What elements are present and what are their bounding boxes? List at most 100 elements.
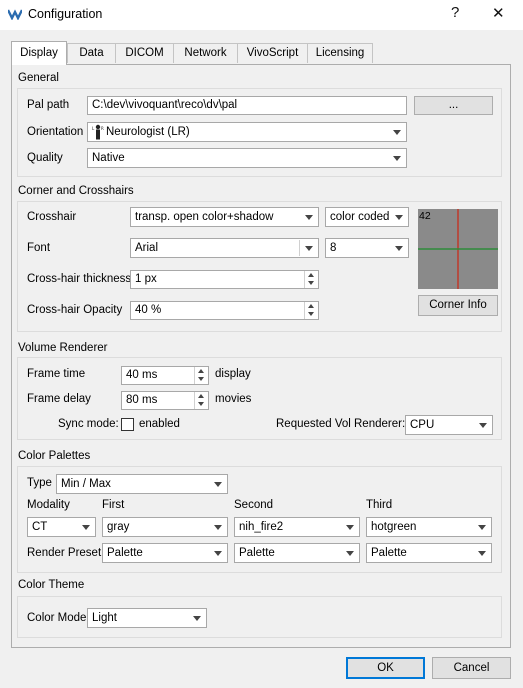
preview-number: 42	[419, 210, 431, 222]
spin-down-icon	[308, 312, 314, 316]
window-title: Configuration	[28, 7, 103, 21]
orientation-value: Neurologist (LR)	[106, 126, 190, 138]
modality-value: CT	[32, 521, 48, 533]
second-palette-select[interactable]: nih_fire2	[234, 517, 360, 537]
thickness-value: 1 px	[135, 273, 157, 285]
chevron-down-icon	[214, 551, 222, 556]
orientation-label: Orientation	[27, 126, 84, 138]
svg-text:R: R	[101, 126, 104, 131]
render-preset-first-select[interactable]: Palette	[102, 543, 228, 563]
font-size-select[interactable]: 8	[325, 238, 409, 258]
close-icon[interactable]: ✕	[492, 4, 505, 22]
frame-time-value: 40 ms	[126, 369, 158, 381]
corner-info-button[interactable]: Corner Info	[418, 295, 498, 316]
tab-display[interactable]: Display	[11, 41, 67, 65]
frame-delay-suffix: movies	[215, 393, 252, 405]
modality-select[interactable]: CT	[27, 517, 96, 537]
frame-delay-spinbox[interactable]: 80 ms	[121, 391, 209, 410]
app-logo-icon	[8, 9, 22, 20]
tab-vivoscript[interactable]: VivoScript	[237, 43, 308, 63]
frame-time-spinbox[interactable]: 40 ms	[121, 366, 209, 385]
spin-up-icon	[198, 394, 204, 398]
render-preset-first-value: Palette	[107, 547, 143, 559]
quality-select[interactable]: Native	[87, 148, 407, 168]
render-preset-third-select[interactable]: Palette	[366, 543, 492, 563]
help-button[interactable]: ?	[451, 4, 459, 21]
pal-path-label: Pal path	[27, 99, 70, 111]
combo-separator	[299, 240, 300, 256]
tab-licensing[interactable]: Licensing	[307, 43, 373, 63]
spin-arrows[interactable]	[194, 367, 208, 384]
render-preset-third-value: Palette	[371, 547, 407, 559]
tab-network[interactable]: Network	[173, 43, 238, 63]
volume-section-title: Volume Renderer	[18, 342, 108, 354]
spin-down-icon	[308, 281, 314, 285]
browse-button[interactable]: ...	[414, 96, 493, 115]
render-preset-second-select[interactable]: Palette	[234, 543, 360, 563]
chevron-down-icon	[478, 551, 486, 556]
tab-data[interactable]: Data	[67, 43, 116, 63]
chevron-down-icon	[305, 215, 313, 220]
third-palette-select[interactable]: hotgreen	[366, 517, 492, 537]
chevron-down-icon	[82, 525, 90, 530]
second-palette-value: nih_fire2	[239, 521, 284, 533]
crosshair-label: Crosshair	[27, 211, 77, 223]
spin-down-icon	[198, 402, 204, 406]
second-column-header: Second	[234, 499, 274, 511]
sync-mode-label: Sync mode:	[58, 418, 119, 430]
thickness-label: Cross-hair thickness	[27, 273, 132, 285]
first-column-header: First	[102, 499, 125, 511]
spin-arrows[interactable]	[304, 271, 318, 288]
palette-type-select[interactable]: Min / Max	[56, 474, 228, 494]
tab-dicom[interactable]: DICOM	[115, 43, 174, 63]
frame-delay-label: Frame delay	[27, 393, 91, 405]
font-label: Font	[27, 242, 51, 254]
chevron-down-icon	[214, 482, 222, 487]
chevron-down-icon	[346, 525, 354, 530]
color-mode-label: Color Mode	[27, 612, 87, 624]
chevron-down-icon	[305, 246, 313, 251]
modality-column-header: Modality	[27, 499, 70, 511]
title-bar: Configuration ? ✕	[0, 0, 523, 30]
render-preset-label: Render Preset	[27, 547, 102, 559]
chevron-down-icon	[393, 156, 401, 161]
third-palette-value: hotgreen	[371, 521, 417, 533]
palette-type-value: Min / Max	[61, 478, 111, 490]
spin-down-icon	[198, 377, 204, 381]
spin-arrows[interactable]	[304, 302, 318, 319]
spin-up-icon	[308, 304, 314, 308]
crosshair-color-select[interactable]: color coded	[325, 207, 409, 227]
opacity-label: Cross-hair Opacity	[27, 304, 123, 316]
sync-enabled-checkbox[interactable]	[121, 418, 134, 431]
corner-section-title: Corner and Crosshairs	[18, 185, 134, 197]
first-palette-select[interactable]: gray	[102, 517, 228, 537]
thickness-spinbox[interactable]: 1 px	[130, 270, 319, 289]
color-mode-select[interactable]: Light	[87, 608, 207, 628]
quality-label: Quality	[27, 152, 63, 164]
font-select[interactable]: Arial	[130, 238, 319, 258]
ok-button[interactable]: OK	[346, 657, 425, 679]
opacity-spinbox[interactable]: 40 %	[130, 301, 319, 320]
requested-renderer-value: CPU	[410, 419, 435, 431]
font-value: Arial	[135, 242, 159, 254]
third-column-header: Third	[366, 499, 393, 511]
svg-text:L: L	[92, 126, 95, 131]
frame-time-label: Frame time	[27, 368, 86, 380]
chevron-down-icon	[395, 215, 403, 220]
general-section-title: General	[18, 72, 59, 84]
spin-arrows[interactable]	[194, 392, 208, 409]
requested-renderer-select[interactable]: CPU	[405, 415, 493, 435]
chevron-down-icon	[193, 616, 201, 621]
spin-up-icon	[198, 369, 204, 373]
person-orientation-icon: L R	[92, 124, 104, 140]
chevron-down-icon	[478, 525, 486, 530]
cancel-button[interactable]: Cancel	[432, 657, 511, 679]
orientation-select[interactable]: L R Neurologist (LR)	[87, 122, 407, 142]
pal-path-input[interactable]: C:\dev\vivoquant\reco\dv\pal	[87, 96, 407, 115]
sync-enabled-label: enabled	[139, 418, 180, 430]
quality-value: Native	[92, 152, 125, 164]
render-preset-second-value: Palette	[239, 547, 275, 559]
chevron-down-icon	[214, 525, 222, 530]
chevron-down-icon	[479, 423, 487, 428]
crosshair-style-select[interactable]: transp. open color+shadow	[130, 207, 319, 227]
